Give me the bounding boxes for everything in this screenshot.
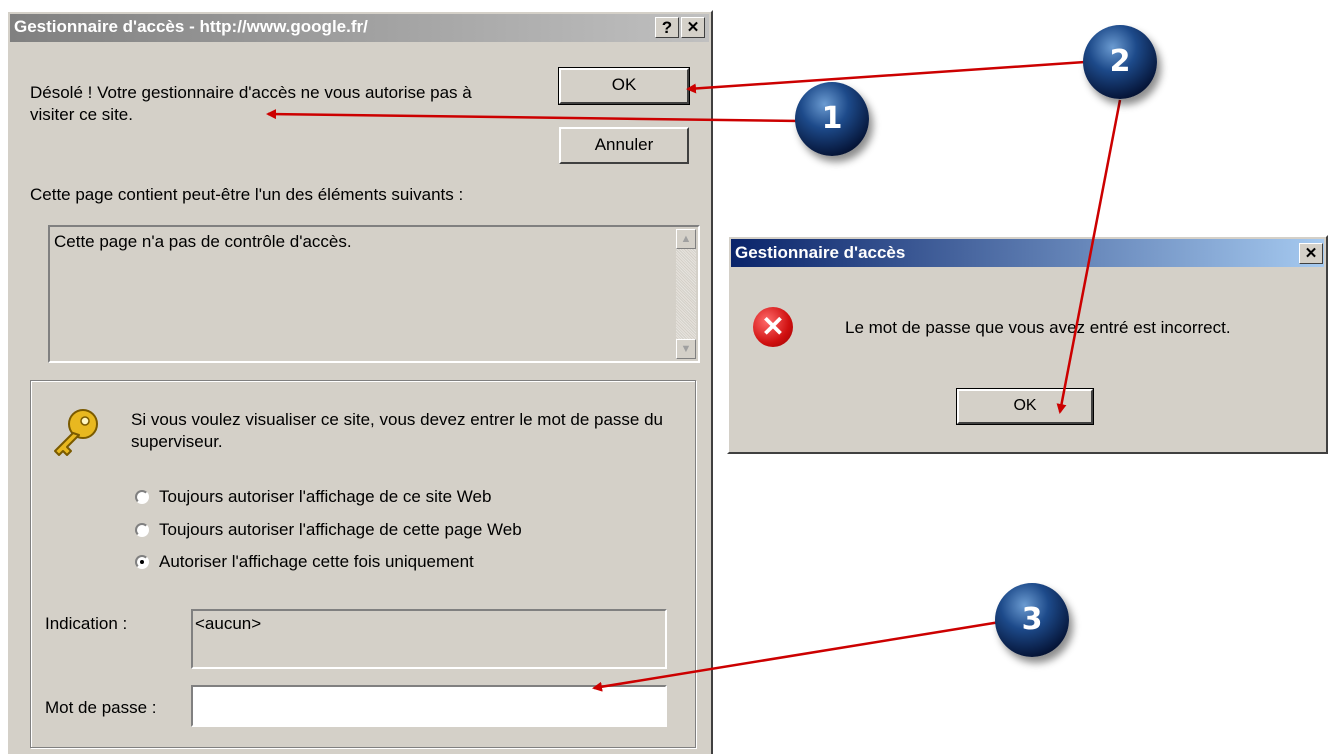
scroll-up-icon[interactable]: ▲ bbox=[676, 229, 696, 249]
error-x-icon: ✕ bbox=[753, 307, 793, 347]
error-close-button[interactable]: ✕ bbox=[1299, 243, 1323, 264]
hint-value: <aucun> bbox=[195, 614, 262, 633]
error-title-bar[interactable]: Gestionnaire d'accès ✕ bbox=[731, 239, 1324, 267]
radio-label: Toujours autoriser l'affichage de ce sit… bbox=[159, 487, 492, 506]
dialog-title: Gestionnaire d'accès - http://www.google… bbox=[14, 17, 368, 36]
denied-message: Désolé ! Votre gestionnaire d'accès ne v… bbox=[30, 83, 472, 124]
supervisor-text: Si vous voulez visualiser ce site, vous … bbox=[131, 410, 663, 451]
error-ok-button[interactable]: OK bbox=[956, 388, 1094, 425]
password-label: Mot de passe : bbox=[45, 698, 157, 717]
arrow-to-ok-button bbox=[686, 60, 1086, 94]
key-icon bbox=[54, 409, 98, 456]
contents-intro: Cette page contient peut-être l'un des é… bbox=[30, 185, 464, 204]
contents-list[interactable]: Cette page n'a pas de contrôle d'accès. … bbox=[48, 225, 700, 363]
scroll-down-icon[interactable]: ▼ bbox=[676, 339, 696, 359]
radio-button[interactable] bbox=[135, 523, 149, 537]
contents-list-item: Cette page n'a pas de contrôle d'accès. bbox=[54, 232, 352, 251]
radio-label: Autoriser l'affichage cette fois uniquem… bbox=[159, 552, 474, 571]
close-button[interactable]: ✕ bbox=[681, 17, 705, 38]
cancel-button[interactable]: Annuler bbox=[559, 127, 689, 164]
scrollbar[interactable]: ▲ ▼ bbox=[676, 229, 696, 359]
callout-2: 2 bbox=[1083, 25, 1157, 99]
callout-1: 1 bbox=[795, 82, 869, 156]
radio-label: Toujours autoriser l'affichage de cette … bbox=[159, 520, 522, 539]
access-manager-dialog: Gestionnaire d'accès - http://www.google… bbox=[6, 10, 713, 754]
password-field[interactable] bbox=[191, 685, 667, 727]
error-message: Le mot de passe que vous avez entré est … bbox=[845, 318, 1231, 337]
hint-label: Indication : bbox=[45, 614, 128, 633]
hint-field: <aucun> bbox=[191, 609, 667, 669]
error-dialog-title: Gestionnaire d'accès bbox=[735, 243, 906, 262]
radio-button[interactable] bbox=[135, 490, 149, 504]
supervisor-group: Si vous voulez visualiser ce site, vous … bbox=[30, 380, 696, 748]
ok-button[interactable]: OK bbox=[558, 67, 690, 105]
title-bar[interactable]: Gestionnaire d'accès - http://www.google… bbox=[10, 14, 709, 42]
password-error-dialog: Gestionnaire d'accès ✕ ✕ Le mot de passe… bbox=[727, 235, 1328, 454]
callout-3: 3 bbox=[995, 583, 1069, 657]
radio-button-selected[interactable] bbox=[135, 555, 149, 569]
help-button[interactable]: ? bbox=[655, 17, 679, 38]
